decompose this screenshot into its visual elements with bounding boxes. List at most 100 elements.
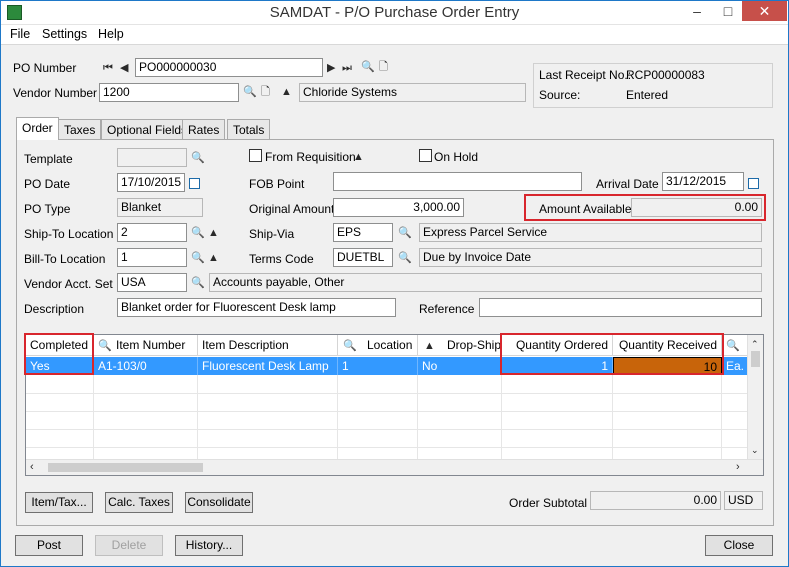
- drop-ship-zoom-icon[interactable]: ▲: [424, 339, 435, 353]
- item-number-finder-icon[interactable]: 🔍: [98, 339, 112, 353]
- po-date-label: PO Date: [24, 177, 71, 191]
- scroll-down-icon[interactable]: ⌄: [751, 443, 759, 457]
- vertical-scroll-thumb[interactable]: [751, 351, 760, 367]
- location-finder-icon[interactable]: 🔍: [343, 339, 357, 353]
- column-header-uom[interactable]: 🔍: [722, 335, 748, 356]
- reference-label: Reference: [419, 302, 475, 316]
- reference-input[interactable]: [479, 298, 762, 317]
- bill-to-finder-icon[interactable]: 🔍: [191, 251, 205, 265]
- terms-finder-icon[interactable]: 🔍: [398, 251, 412, 265]
- vendor-acct-set-input[interactable]: USA: [117, 273, 187, 292]
- calc-taxes-button[interactable]: Calc. Taxes: [105, 492, 173, 513]
- description-label: Description: [24, 302, 85, 316]
- amount-available-field: 0.00: [631, 198, 762, 217]
- grid-col-divider: [337, 375, 338, 459]
- uom-finder-icon[interactable]: 🔍: [726, 340, 740, 352]
- vendor-acct-set-label: Vendor Acct. Set: [24, 277, 113, 291]
- po-type-field[interactable]: Blanket: [117, 198, 203, 217]
- po-date-input[interactable]: 17/10/2015: [117, 173, 185, 192]
- template-input[interactable]: [117, 148, 187, 167]
- menu-help[interactable]: Help: [98, 27, 124, 41]
- menu-settings[interactable]: Settings: [42, 27, 87, 41]
- requisition-zoom-icon[interactable]: ▲: [353, 150, 364, 164]
- po-number-input[interactable]: PO000000030: [135, 58, 323, 77]
- menu-bar: File Settings Help: [1, 25, 788, 45]
- ship-via-finder-icon[interactable]: 🔍: [398, 226, 412, 240]
- description-input[interactable]: Blanket order for Fluorescent Desk lamp: [117, 298, 396, 317]
- last-record-icon[interactable]: ⏭: [342, 61, 352, 75]
- vendor-finder-icon[interactable]: 🔍: [243, 85, 257, 99]
- minimize-button[interactable]: –: [682, 1, 712, 21]
- quantity-columns-highlight: [500, 333, 724, 375]
- original-amount-label: Original Amount: [249, 202, 335, 216]
- vendor-acct-finder-icon[interactable]: 🔍: [191, 276, 205, 290]
- fob-point-input[interactable]: [333, 172, 582, 191]
- grid-col-divider: [197, 375, 198, 459]
- on-hold-checkbox[interactable]: [419, 149, 432, 162]
- arrival-date-input[interactable]: 31/12/2015: [662, 172, 744, 191]
- grid-col-divider: [417, 375, 418, 459]
- new-document-icon[interactable]: 🗋: [379, 60, 388, 74]
- delete-button[interactable]: Delete: [95, 535, 163, 556]
- vendor-document-icon[interactable]: 🗋: [261, 85, 270, 99]
- tab-order[interactable]: Order: [16, 117, 59, 140]
- ship-to-finder-icon[interactable]: 🔍: [191, 226, 205, 240]
- ship-via-input[interactable]: EPS: [333, 223, 393, 242]
- tab-taxes[interactable]: Taxes: [58, 119, 102, 140]
- po-date-calendar-icon[interactable]: [189, 178, 200, 189]
- grid-row-divider: [26, 429, 748, 430]
- scroll-right-icon[interactable]: ›: [736, 460, 740, 474]
- bill-to-zoom-icon[interactable]: ▲: [208, 251, 219, 265]
- maximize-button[interactable]: □: [713, 1, 743, 21]
- bill-to-input[interactable]: 1: [117, 248, 187, 267]
- tab-optional-fields[interactable]: Optional Fields: [101, 119, 194, 140]
- po-type-label: PO Type: [24, 202, 71, 216]
- previous-record-icon[interactable]: ◀: [120, 61, 128, 75]
- last-receipt-value: RCP00000083: [626, 68, 705, 82]
- close-button[interactable]: Close: [705, 535, 773, 556]
- next-record-icon[interactable]: ▶: [327, 61, 335, 75]
- item-tax-button[interactable]: Item/Tax...: [25, 492, 93, 513]
- close-window-button[interactable]: ✕: [742, 1, 787, 21]
- on-hold-label: On Hold: [434, 150, 479, 164]
- vendor-number-input[interactable]: 1200: [99, 83, 239, 102]
- vendor-acct-description: Accounts payable, Other: [209, 273, 762, 292]
- terms-code-input[interactable]: DUETBL: [333, 248, 393, 267]
- from-requisition-checkbox[interactable]: [249, 149, 262, 162]
- grid-row-divider: [26, 447, 748, 448]
- arrival-date-calendar-icon[interactable]: [748, 178, 759, 189]
- source-value: Entered: [626, 88, 669, 102]
- cell-item-number[interactable]: A1-103/0: [94, 357, 198, 375]
- first-record-icon[interactable]: ⏮: [103, 61, 113, 75]
- consolidate-button[interactable]: Consolidate: [185, 492, 253, 513]
- tab-totals[interactable]: Totals: [227, 119, 271, 140]
- menu-file[interactable]: File: [10, 27, 30, 41]
- grid-vertical-scrollbar[interactable]: ⌃ ⌄: [747, 335, 763, 459]
- grid-row-divider: [26, 411, 748, 412]
- scroll-left-icon[interactable]: ‹: [30, 460, 34, 474]
- post-button[interactable]: Post: [15, 535, 83, 556]
- grid-col-divider: [612, 375, 613, 459]
- order-subtotal-label: Order Subtotal: [509, 496, 588, 510]
- horizontal-scroll-thumb[interactable]: [48, 463, 203, 472]
- template-finder-icon[interactable]: 🔍: [191, 151, 205, 165]
- cell-drop-ship[interactable]: No: [418, 357, 502, 375]
- original-amount-input[interactable]: 3,000.00: [333, 198, 464, 217]
- grid-horizontal-scrollbar[interactable]: ‹ ›: [26, 459, 763, 475]
- zoom-up-icon[interactable]: ▲: [281, 85, 292, 99]
- cell-uom[interactable]: Ea.: [722, 357, 748, 375]
- column-header-item-description[interactable]: Item Description: [198, 335, 338, 356]
- finder-icon[interactable]: 🔍: [361, 60, 375, 74]
- cell-location[interactable]: 1: [338, 357, 418, 375]
- history-button[interactable]: History...: [175, 535, 243, 556]
- tab-rates[interactable]: Rates: [182, 119, 226, 140]
- grid-row-divider: [26, 393, 748, 394]
- ship-to-zoom-icon[interactable]: ▲: [208, 226, 219, 240]
- window: SAMDAT - P/O Purchase Order Entry – □ ✕ …: [0, 0, 789, 567]
- completed-column-highlight: [24, 333, 94, 375]
- scroll-up-icon[interactable]: ⌃: [751, 337, 759, 351]
- cell-item-description[interactable]: Fluorescent Desk Lamp: [198, 357, 338, 375]
- order-subtotal-field: 0.00: [590, 491, 721, 510]
- ship-to-input[interactable]: 2: [117, 223, 187, 242]
- receipt-info-box: Last Receipt No.: RCP00000083 Source: En…: [533, 63, 773, 108]
